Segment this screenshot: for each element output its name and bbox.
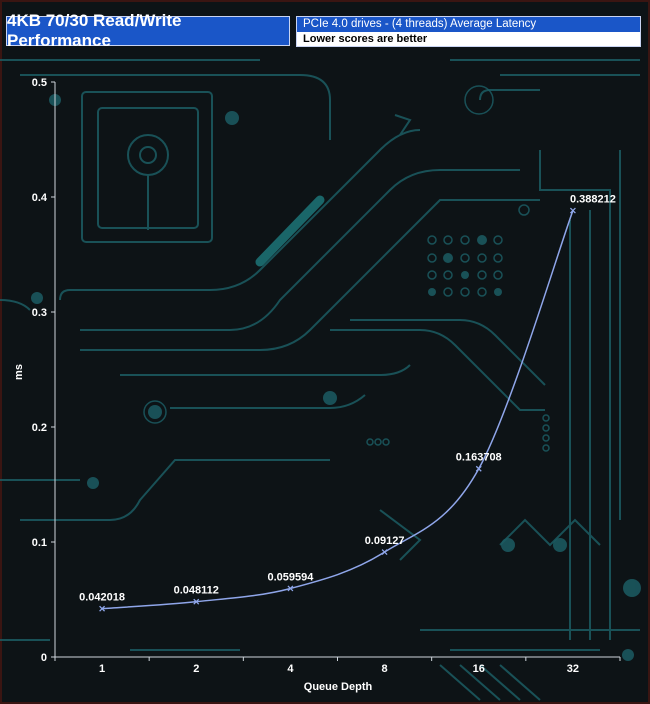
series-line (102, 210, 574, 610)
data-point-marker (475, 465, 482, 472)
x-tick-label: 8 (382, 663, 388, 675)
y-tick-label: 0.4 (32, 192, 48, 204)
data-label: 0.388212 (570, 194, 616, 206)
data-point-marker (381, 549, 388, 555)
data-label: 0.09127 (365, 535, 405, 547)
chart-title: 4KB 70/30 Read/Write Performance (6, 11, 290, 50)
x-tick-label: 32 (567, 663, 579, 675)
y-tick-label: 0.5 (32, 77, 47, 89)
x-tick-label: 1 (99, 663, 105, 675)
data-label: 0.163708 (456, 452, 502, 464)
chart-subtitle-box: PCIe 4.0 drives - (4 threads) Average La… (296, 16, 641, 47)
data-label: 0.042018 (79, 592, 125, 604)
y-tick-label: 0.3 (32, 307, 47, 319)
data-label: 0.048112 (174, 585, 219, 597)
y-axis-label: ms (13, 364, 25, 380)
chart-subtitle: PCIe 4.0 drives - (4 threads) Average La… (297, 17, 640, 32)
y-tick-label: 0.2 (32, 422, 47, 434)
y-tick-label: 0.1 (32, 537, 47, 549)
x-axis-label: Queue Depth (304, 681, 373, 693)
x-tick-label: 2 (193, 663, 199, 675)
x-tick-label: 16 (473, 663, 485, 675)
data-label: 0.059594 (267, 571, 314, 583)
y-tick-label: 0 (41, 652, 47, 664)
line-chart: 0 0.1 0.2 0.3 0.4 0.5 1 2 4 8 16 32 0.042018 0.0481… (13, 77, 621, 693)
x-tick-label: 4 (287, 663, 294, 675)
chart-note: Lower scores are better (297, 32, 640, 46)
